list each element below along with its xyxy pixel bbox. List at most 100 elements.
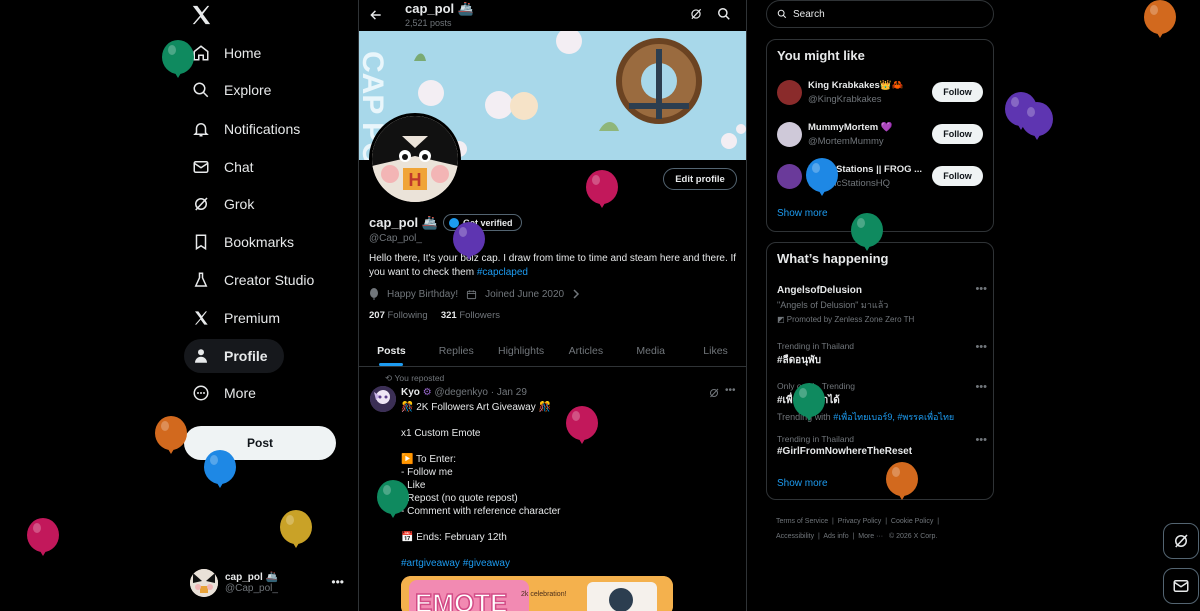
trend-item[interactable]: Trending in Thailand #ลืดอนุพับ ••• bbox=[777, 341, 987, 368]
follow-button[interactable]: Follow bbox=[932, 82, 983, 102]
show-more-link[interactable]: Show more bbox=[777, 478, 828, 489]
trend-item[interactable]: Only on X · Trending #เพื่อไทยทำได้ Tren… bbox=[777, 381, 987, 424]
tab-media[interactable]: Media bbox=[618, 335, 683, 366]
tab-likes[interactable]: Likes bbox=[683, 335, 746, 366]
post-line: ▶️ To Enter: bbox=[401, 454, 457, 465]
joined-text: Joined June 2020 bbox=[485, 288, 565, 300]
post-button[interactable]: Post bbox=[184, 426, 336, 460]
trend-title: #ลืดอนุพับ bbox=[777, 355, 821, 366]
promoted-label: ◩ Promoted by Zenless Zone Zero TH bbox=[777, 315, 987, 324]
more-dots-icon[interactable]: ••• bbox=[331, 575, 344, 589]
grok-float-button[interactable] bbox=[1163, 523, 1199, 559]
following-label: Following bbox=[387, 310, 428, 321]
nav-premium[interactable]: Premium bbox=[184, 301, 296, 335]
grok-icon[interactable] bbox=[708, 387, 720, 399]
post-author-handle[interactable]: @degenkyo bbox=[434, 387, 488, 398]
nav-notifications[interactable]: Notifications bbox=[184, 112, 316, 146]
nav-explore[interactable]: Explore bbox=[184, 73, 287, 107]
get-verified-button[interactable]: Get verified bbox=[443, 214, 522, 231]
x-logo-icon[interactable] bbox=[190, 4, 212, 26]
post-line: x1 Custom Emote bbox=[401, 428, 481, 439]
trend-item[interactable]: AngelsofDelusion "Angels of Delusion" มา… bbox=[777, 283, 987, 324]
nav-chat[interactable]: Chat bbox=[184, 150, 270, 184]
search-icon[interactable] bbox=[717, 7, 731, 21]
footer-link[interactable]: Cookie Policy bbox=[891, 518, 933, 525]
back-arrow-icon[interactable] bbox=[369, 8, 383, 22]
tab-articles[interactable]: Articles bbox=[553, 335, 618, 366]
mail-icon bbox=[192, 158, 210, 176]
suggested-name: King Krabkakes👑🦀 bbox=[808, 80, 904, 91]
following-link[interactable]: 207 Following bbox=[369, 310, 428, 321]
footer-link[interactable]: Accessibility bbox=[776, 533, 814, 540]
tab-highlights[interactable]: Highlights bbox=[489, 335, 554, 366]
footer-link[interactable]: Ads info bbox=[823, 533, 848, 540]
trend-title: #GirlFromNowhereTheReset bbox=[777, 446, 913, 457]
follow-button[interactable]: Follow bbox=[932, 124, 983, 144]
trend-item[interactable]: Trending in Thailand #GirlFromNowhereThe… bbox=[777, 434, 987, 457]
post-text: 🎊 2K Followers Art Giveaway 🎊 x1 Custom … bbox=[401, 401, 731, 570]
more-dots-icon[interactable]: ••• bbox=[975, 434, 987, 446]
search-input[interactable]: Search bbox=[766, 0, 994, 28]
bio-hashtag-link[interactable]: #capclaped bbox=[477, 267, 528, 278]
nav-grok[interactable]: Grok bbox=[184, 187, 270, 221]
grok-icon[interactable] bbox=[689, 7, 703, 21]
person-icon bbox=[192, 347, 210, 365]
more-dots-icon[interactable]: ••• bbox=[975, 341, 987, 353]
nav-home[interactable]: Home bbox=[184, 36, 277, 70]
promoted-icon: ◩ bbox=[777, 315, 785, 324]
nav-bookmarks[interactable]: Bookmarks bbox=[184, 225, 310, 259]
nav-creator-studio[interactable]: Creator Studio bbox=[184, 263, 330, 297]
post-line: - Like bbox=[401, 480, 426, 491]
suggested-account[interactable]: Panic Stations || FROG ... @PanicStation… bbox=[777, 160, 983, 192]
nav-label: Grok bbox=[224, 196, 255, 212]
profile-name: cap_pol 🚢 bbox=[369, 215, 438, 230]
nav-label: Bookmarks bbox=[224, 234, 295, 250]
messages-float-button[interactable] bbox=[1163, 568, 1199, 604]
more-dots-icon[interactable]: ••• bbox=[725, 385, 736, 396]
follow-button[interactable]: Follow bbox=[932, 166, 983, 186]
profile-tabs: Posts Replies Highlights Articles Media … bbox=[359, 335, 746, 367]
calendar-icon bbox=[466, 289, 477, 300]
search-icon bbox=[777, 9, 787, 19]
post-line: - Follow me bbox=[401, 467, 453, 478]
trend-with-tags[interactable]: #เพื่อไทยเบอร์9, #พรรคเพื่อไทย bbox=[833, 412, 954, 422]
tab-replies[interactable]: Replies bbox=[424, 335, 489, 366]
nav-label: Profile bbox=[224, 348, 268, 364]
post-line bbox=[401, 440, 731, 453]
nav-label: Chat bbox=[224, 159, 254, 175]
flask-icon bbox=[192, 271, 210, 289]
footer-link[interactable]: More ··· bbox=[858, 533, 883, 540]
following-count: 207 bbox=[369, 310, 385, 321]
show-more-link[interactable]: Show more bbox=[777, 208, 828, 219]
avatar bbox=[777, 80, 802, 105]
bell-icon bbox=[192, 120, 210, 138]
suggested-name: MummyMortem 💜 bbox=[808, 122, 893, 133]
you-might-like-panel: You might like King Krabkakes👑🦀 @KingKra… bbox=[766, 39, 994, 232]
suggested-name: Panic Stations || FROG ... bbox=[808, 164, 923, 175]
footer-link[interactable]: Privacy Policy bbox=[838, 518, 882, 525]
profile-header-bar: cap_pol 🚢 2,521 posts bbox=[359, 0, 746, 31]
nav-profile[interactable]: Profile bbox=[184, 339, 284, 373]
left-navigation: Home Explore Notifications Chat Grok Boo… bbox=[0, 0, 358, 611]
post-author-name[interactable]: Kyo bbox=[401, 387, 420, 398]
followers-link[interactable]: 321 Followers bbox=[441, 310, 500, 321]
edit-profile-button[interactable]: Edit profile bbox=[663, 168, 737, 190]
footer-link[interactable]: Terms of Service bbox=[776, 518, 828, 525]
account-switcher[interactable]: cap_pol 🚢 @Cap_pol_ ••• bbox=[190, 567, 350, 599]
post-author-avatar[interactable] bbox=[370, 386, 396, 412]
nav-more[interactable]: More bbox=[184, 376, 272, 410]
post-image[interactable]: EMOTE 2k celebration! bbox=[401, 576, 673, 611]
profile-avatar[interactable]: H bbox=[369, 113, 461, 205]
post-date[interactable]: · Jan 29 bbox=[491, 387, 527, 398]
more-dots-icon[interactable]: ••• bbox=[975, 283, 987, 295]
post-hashtags[interactable]: #artgiveaway #giveaway bbox=[401, 557, 731, 570]
trend-context: Trending in Thailand bbox=[777, 341, 855, 351]
repost-label: You reposted bbox=[394, 373, 445, 383]
get-verified-label: Get verified bbox=[463, 217, 513, 228]
suggested-account[interactable]: MummyMortem 💜 @MortemMummy Follow bbox=[777, 118, 983, 150]
more-dots-icon[interactable]: ••• bbox=[975, 381, 987, 393]
tab-posts[interactable]: Posts bbox=[359, 335, 424, 366]
grok-icon bbox=[1172, 532, 1190, 550]
chevron-right-icon[interactable] bbox=[572, 289, 580, 299]
suggested-account[interactable]: King Krabkakes👑🦀 @KingKrabkakes Follow bbox=[777, 76, 983, 108]
